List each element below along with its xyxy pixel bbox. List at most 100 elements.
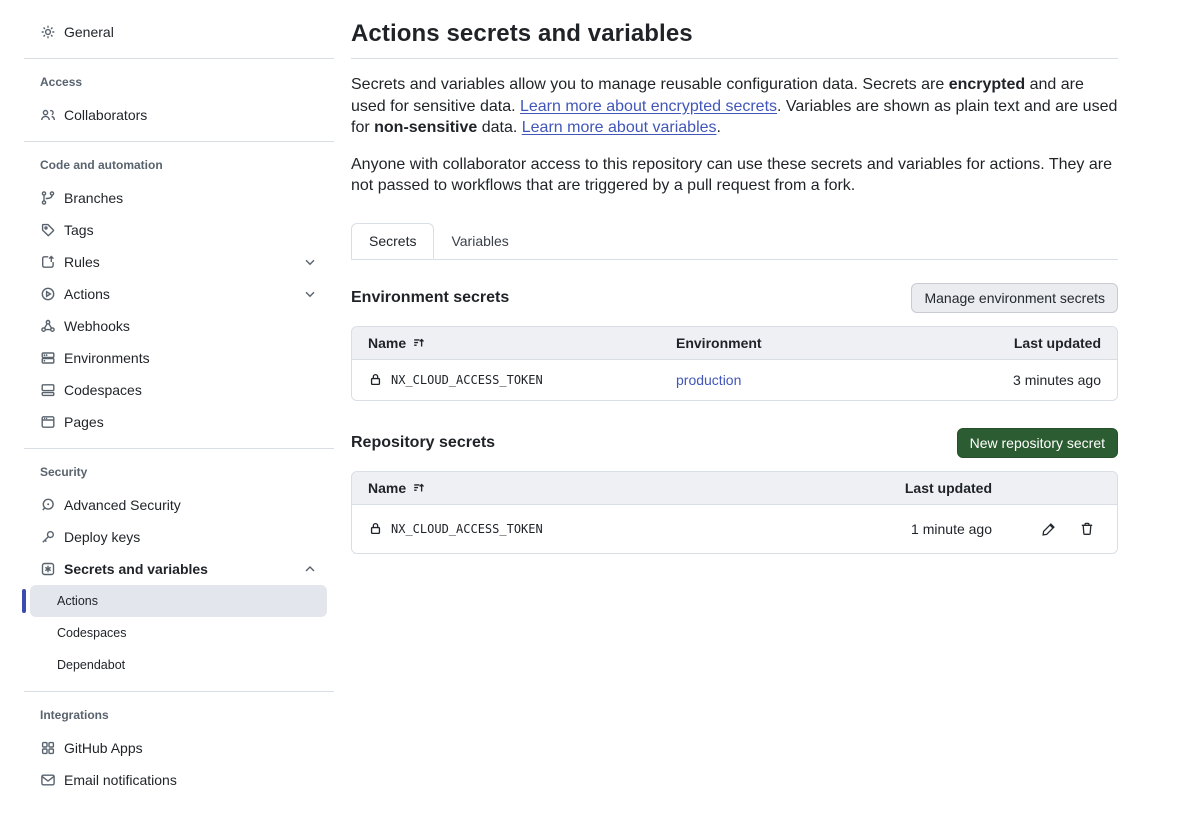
sort-ascending-icon: [412, 336, 426, 350]
sidebar-item-label: Branches: [64, 190, 318, 206]
webhook-icon: [40, 318, 56, 334]
sidebar-section-access: Access: [24, 69, 334, 99]
sidebar-item-environments[interactable]: Environments: [24, 342, 334, 374]
page-title: Actions secrets and variables: [351, 20, 1118, 59]
sidebar-item-github-apps[interactable]: GitHub Apps: [24, 732, 334, 764]
git-branch-icon: [40, 190, 56, 206]
sidebar-item-label: Environments: [64, 350, 318, 366]
sidebar-item-label: General: [64, 24, 318, 40]
tab-secrets[interactable]: Secrets: [351, 223, 434, 259]
last-updated-value: 1 minute ago: [807, 521, 992, 537]
environment-secrets-title: Environment secrets: [351, 289, 509, 307]
sidebar-item-general[interactable]: General: [24, 16, 334, 48]
server-icon: [40, 350, 56, 366]
tab-variables[interactable]: Variables: [434, 223, 525, 259]
secret-name-cell: NX_CLOUD_ACCESS_TOKEN: [352, 521, 807, 536]
manage-environment-secrets-button[interactable]: Manage environment secrets: [911, 283, 1118, 313]
table-row: NX_CLOUD_ACCESS_TOKEN 1 minute ago: [352, 505, 1117, 553]
intro-bold-non-sensitive: non-sensitive: [374, 119, 477, 136]
sidebar-divider: [24, 691, 334, 692]
environment-production-link[interactable]: production: [676, 372, 741, 388]
environment-secrets-table-header: Name Environment Last updated: [352, 327, 1117, 360]
repository-secrets-header: Repository secrets New repository secret: [351, 427, 1118, 459]
sidebar-item-tags[interactable]: Tags: [24, 214, 334, 246]
tag-icon: [40, 222, 56, 238]
codescan-icon: [40, 497, 56, 513]
collaborator-access-paragraph: Anyone with collaborator access to this …: [351, 154, 1118, 197]
last-updated-column-header: Last updated: [807, 480, 992, 496]
sidebar-item-codespaces[interactable]: Codespaces: [24, 374, 334, 406]
asterisk-box-icon: [40, 561, 56, 577]
new-repository-secret-button[interactable]: New repository secret: [957, 428, 1118, 458]
sidebar-divider: [24, 141, 334, 142]
secret-name: NX_CLOUD_ACCESS_TOKEN: [391, 522, 543, 536]
table-row: NX_CLOUD_ACCESS_TOKEN production 3 minut…: [352, 360, 1117, 400]
repository-secrets-table-header: Name Last updated: [352, 472, 1117, 505]
name-column-header[interactable]: Name: [352, 480, 807, 496]
intro-paragraph: Secrets and variables allow you to manag…: [351, 74, 1118, 139]
sidebar-subitem-label: Dependabot: [57, 658, 125, 672]
rules-icon: [40, 254, 56, 270]
sidebar-subitem-codespaces[interactable]: Codespaces: [30, 617, 327, 649]
sidebar-item-collaborators[interactable]: Collaborators: [24, 99, 334, 131]
name-header-label: Name: [368, 335, 406, 351]
learn-more-variables-link[interactable]: Learn more about variables: [522, 119, 717, 136]
settings-sidebar: General Access Collaborators Code and au…: [0, 0, 351, 837]
sidebar-item-label: Tags: [64, 222, 318, 238]
sidebar-subitem-label: Actions: [57, 594, 98, 608]
mail-icon: [40, 772, 56, 788]
sort-ascending-icon: [412, 481, 426, 495]
secret-name: NX_CLOUD_ACCESS_TOKEN: [391, 373, 543, 387]
intro-text: .: [717, 119, 721, 136]
sidebar-item-email-notifications[interactable]: Email notifications: [24, 764, 334, 796]
sidebar-item-label: GitHub Apps: [64, 740, 318, 756]
chevron-up-icon[interactable]: [302, 561, 318, 577]
sidebar-item-label: Email notifications: [64, 772, 318, 788]
learn-more-encrypted-secrets-link[interactable]: Learn more about encrypted secrets: [520, 98, 777, 115]
lock-icon: [368, 372, 383, 387]
sidebar-item-advanced-security[interactable]: Advanced Security: [24, 489, 334, 521]
sidebar-item-webhooks[interactable]: Webhooks: [24, 310, 334, 342]
apps-icon: [40, 740, 56, 756]
gear-icon: [40, 24, 56, 40]
sidebar-item-secrets-and-variables[interactable]: Secrets and variables: [24, 553, 334, 585]
sidebar-item-label: Pages: [64, 414, 318, 430]
sidebar-subitem-dependabot[interactable]: Dependabot: [30, 649, 327, 681]
edit-secret-pencil-icon[interactable]: [1041, 521, 1057, 537]
sidebar-item-label: Codespaces: [64, 382, 318, 398]
sidebar-item-actions[interactable]: Actions: [24, 278, 334, 310]
sidebar-item-pages[interactable]: Pages: [24, 406, 334, 438]
environment-secrets-header: Environment secrets Manage environment s…: [351, 282, 1118, 314]
sidebar-section-integrations: Integrations: [24, 702, 334, 732]
sidebar-item-label: Advanced Security: [64, 497, 318, 513]
sidebar-item-label: Collaborators: [64, 107, 318, 123]
sidebar-divider: [24, 448, 334, 449]
settings-page: General Access Collaborators Code and au…: [0, 0, 1177, 837]
lock-icon: [368, 521, 383, 536]
repository-secrets-table: Name Last updated: [351, 471, 1118, 554]
chevron-down-icon[interactable]: [302, 254, 318, 270]
environment-column-header: Environment: [676, 335, 897, 351]
browser-icon: [40, 414, 56, 430]
sidebar-item-rules[interactable]: Rules: [24, 246, 334, 278]
last-updated-column-header: Last updated: [897, 335, 1117, 351]
sidebar-item-deploy-keys[interactable]: Deploy keys: [24, 521, 334, 553]
intro-bold-encrypted: encrypted: [949, 76, 1025, 93]
sidebar-item-branches[interactable]: Branches: [24, 182, 334, 214]
sidebar-item-label: Deploy keys: [64, 529, 318, 545]
chevron-down-icon[interactable]: [302, 286, 318, 302]
delete-secret-trash-icon[interactable]: [1079, 521, 1095, 537]
sidebar-divider: [24, 58, 334, 59]
sidebar-item-label: Webhooks: [64, 318, 318, 334]
repository-secrets-title: Repository secrets: [351, 434, 495, 452]
codespaces-icon: [40, 382, 56, 398]
play-icon: [40, 286, 56, 302]
name-column-header[interactable]: Name: [352, 335, 676, 351]
last-updated-value: 3 minutes ago: [897, 372, 1117, 388]
sidebar-subitem-label: Codespaces: [57, 626, 127, 640]
row-actions: [992, 521, 1117, 537]
main-content: Actions secrets and variables Secrets an…: [351, 0, 1177, 837]
sidebar-subitem-actions[interactable]: Actions: [30, 585, 327, 617]
sidebar-item-label: Secrets and variables: [64, 561, 302, 577]
sidebar-section-security: Security: [24, 459, 334, 489]
